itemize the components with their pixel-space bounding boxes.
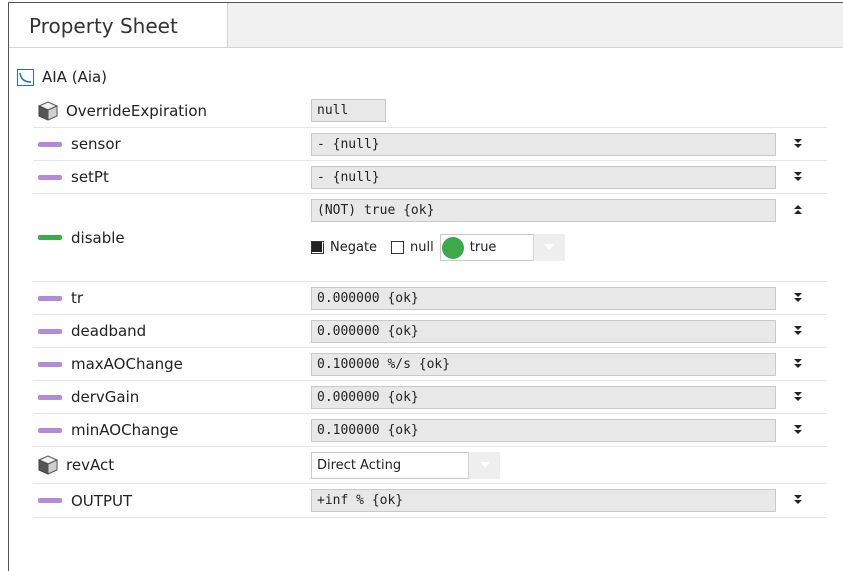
collapse-up-icon[interactable]	[790, 202, 806, 218]
property-row-derv-gain: dervGain 0.000000 {ok}	[33, 381, 827, 414]
tab-bar: Property Sheet	[9, 3, 843, 48]
property-row-max-ao-change: maxAOChange 0.100000 %/s {ok}	[33, 348, 827, 381]
expand-down-icon[interactable]	[790, 492, 806, 508]
property-value-field[interactable]: 0.100000 {ok}	[311, 419, 776, 442]
property-value-field[interactable]: +inf % {ok}	[311, 489, 776, 512]
null-checkbox[interactable]	[391, 241, 405, 254]
property-row-sensor: sensor - {null}	[33, 128, 827, 161]
property-sheet-view: Property Sheet AIA (Aia) OverrideExpirat…	[8, 2, 843, 571]
negate-label: Negate	[330, 240, 378, 255]
dropdown-arrow-icon[interactable]	[532, 233, 565, 261]
property-row-override-expiration: OverrideExpiration null	[33, 94, 827, 128]
expand-down-icon[interactable]	[790, 136, 806, 152]
slot-bar-icon	[38, 328, 62, 334]
slot-bar-icon	[38, 498, 62, 503]
status-dot-icon	[441, 236, 464, 259]
chart-box-icon	[17, 68, 34, 86]
box-icon	[37, 100, 59, 121]
property-name: setPt	[71, 168, 109, 186]
property-value-field[interactable]: - {null}	[311, 133, 776, 156]
expand-down-icon[interactable]	[790, 389, 806, 405]
property-row-setpt: setPt - {null}	[33, 161, 827, 194]
root-component-label: AIA (Aia)	[42, 68, 108, 86]
property-row-disable: disable (NOT) true {ok} Negate null true	[33, 194, 827, 282]
slot-bar-icon	[38, 361, 62, 367]
slot-bar-icon	[38, 427, 62, 433]
property-value-field[interactable]: (NOT) true {ok}	[311, 199, 776, 222]
rev-act-select[interactable]: Direct Acting	[311, 451, 500, 479]
property-value-field[interactable]: 0.000000 {ok}	[311, 320, 776, 343]
box-icon	[37, 455, 59, 475]
property-row-tr: tr 0.000000 {ok}	[33, 282, 827, 315]
root-component[interactable]: AIA (Aia)	[17, 64, 107, 90]
disable-editor: Negate null true	[311, 233, 565, 261]
select-value: Direct Acting	[317, 458, 402, 473]
property-name: revAct	[66, 456, 115, 474]
property-value-field[interactable]: 0.000000 {ok}	[311, 287, 776, 310]
select-value: true	[469, 240, 497, 255]
expand-down-icon[interactable]	[790, 422, 806, 438]
property-row-min-ao-change: minAOChange 0.100000 {ok}	[33, 414, 827, 447]
property-name: maxAOChange	[71, 355, 183, 373]
negate-checkbox[interactable]	[311, 241, 324, 254]
property-name: tr	[71, 289, 84, 307]
slot-bar-icon	[38, 394, 62, 400]
slot-bar-icon	[38, 141, 62, 147]
property-value-field[interactable]: 0.000000 {ok}	[311, 386, 776, 409]
property-row-deadband: deadband 0.000000 {ok}	[33, 315, 827, 348]
property-value-field[interactable]: - {null}	[311, 166, 776, 189]
property-name: sensor	[71, 135, 121, 153]
expand-down-icon[interactable]	[790, 356, 806, 372]
tab-property-sheet[interactable]: Property Sheet	[9, 3, 228, 47]
dropdown-arrow-icon[interactable]	[468, 451, 500, 479]
boolean-value-select[interactable]: true	[439, 233, 565, 261]
property-name: deadband	[71, 322, 147, 340]
slot-bar-icon	[38, 235, 62, 240]
property-value-field[interactable]: 0.100000 %/s {ok}	[311, 353, 776, 376]
null-label: null	[410, 240, 434, 255]
slot-bar-icon	[38, 295, 62, 301]
property-name: minAOChange	[71, 421, 179, 439]
property-name: OUTPUT	[71, 491, 133, 510]
property-value-field[interactable]: null	[311, 99, 386, 122]
property-name: disable	[71, 228, 125, 247]
slot-bar-icon	[38, 174, 62, 180]
property-row-rev-act: revAct Direct Acting	[33, 447, 827, 484]
property-row-output: OUTPUT +inf % {ok}	[33, 484, 827, 518]
property-name: dervGain	[71, 388, 140, 406]
property-name: OverrideExpiration	[66, 101, 208, 120]
expand-down-icon[interactable]	[790, 323, 806, 339]
expand-down-icon[interactable]	[790, 290, 806, 306]
expand-down-icon[interactable]	[790, 169, 806, 185]
